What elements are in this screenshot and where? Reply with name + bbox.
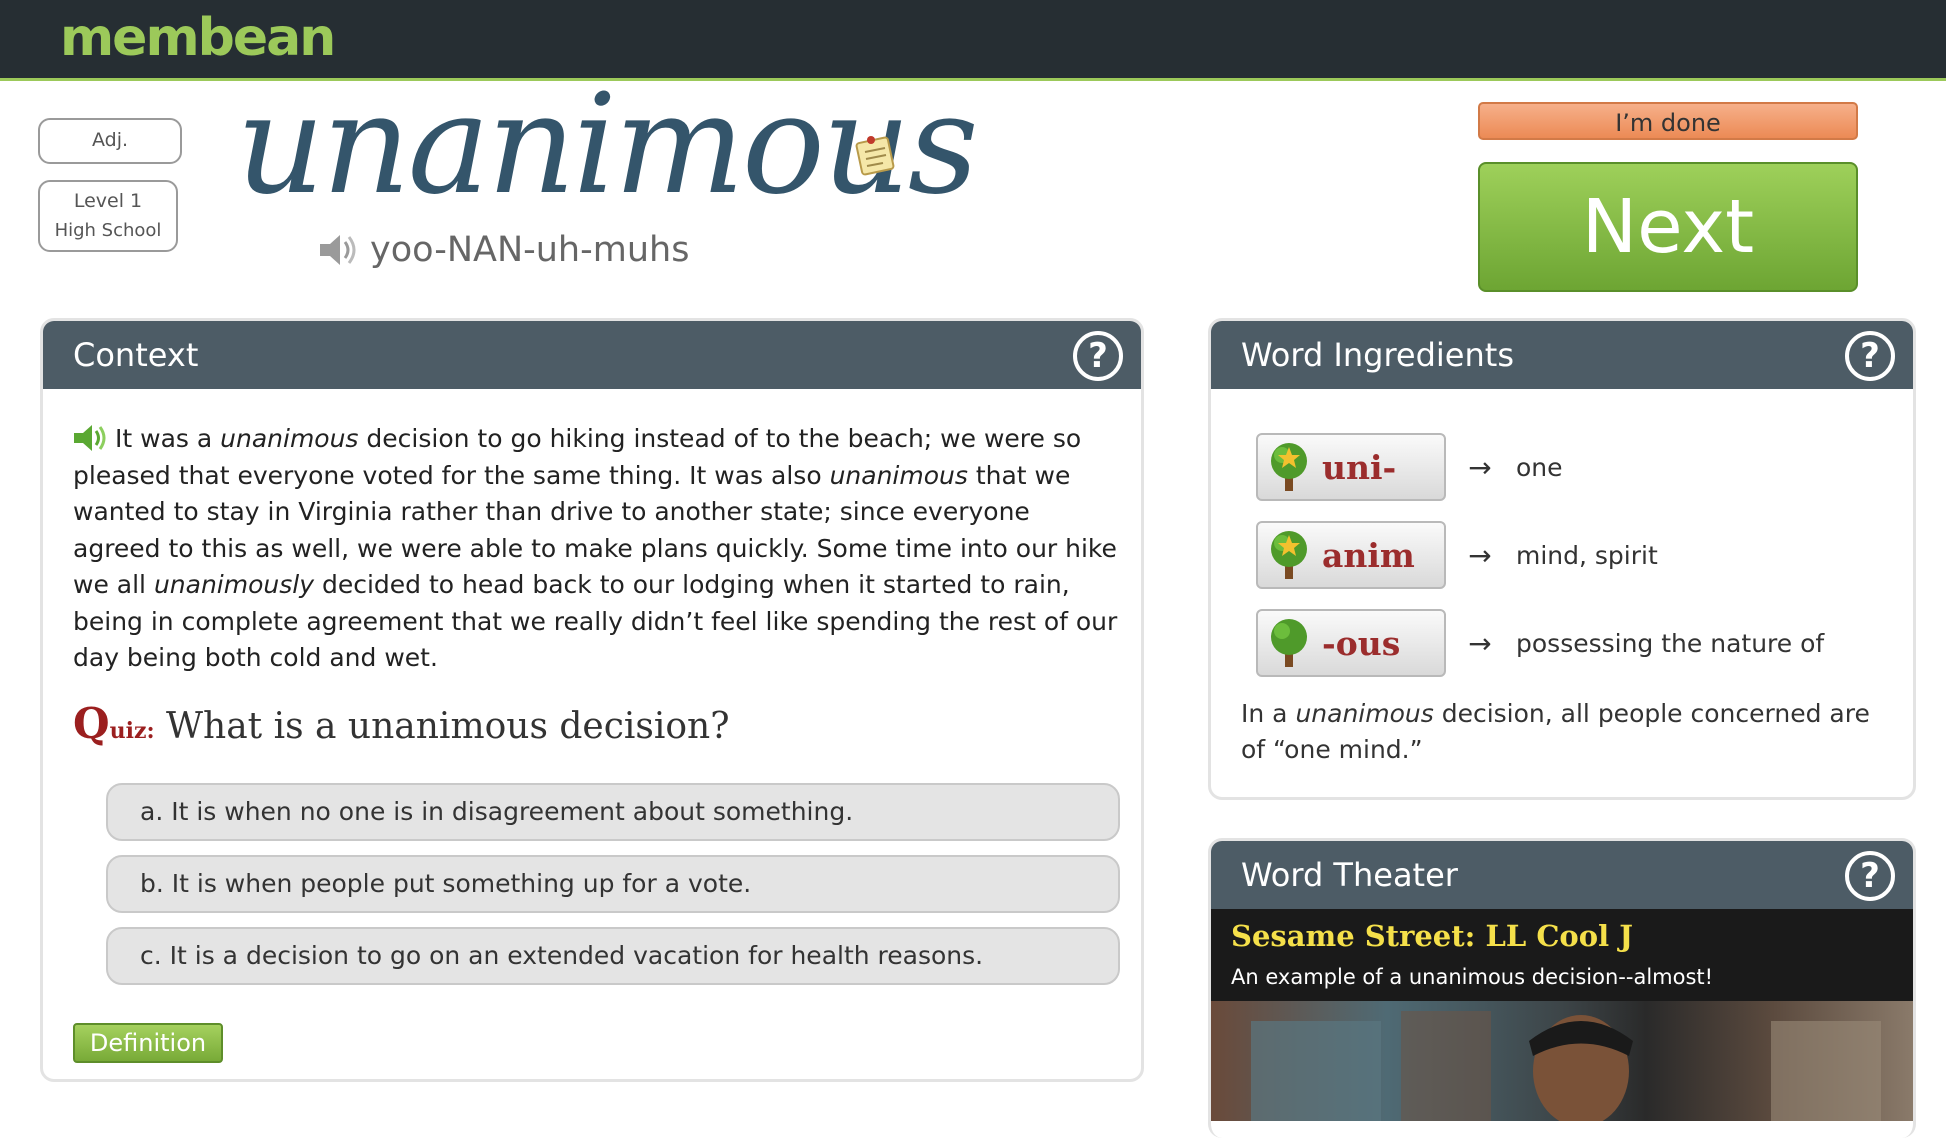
level-badge: Level 1 High School [38, 180, 178, 252]
part-of-speech-badge: Adj. [38, 118, 182, 164]
level-label: Level 1 [73, 190, 143, 212]
ingredients-header: Word Ingredients ? [1211, 321, 1913, 389]
arrow: → [1468, 450, 1492, 484]
speaker-icon[interactable] [318, 232, 360, 268]
quiz-label-q: Q [73, 699, 110, 748]
quiz-option-b[interactable]: b. It is when people put something up fo… [106, 855, 1120, 913]
context-passage: It was a unanimous decision to go hiking… [73, 421, 1123, 677]
ingredient-part: -ous [1322, 623, 1401, 663]
quiz-label-uiz: uiz: [109, 718, 155, 744]
im-done-button[interactable]: I’m done [1478, 102, 1858, 140]
word-theater-panel: Word Theater ? Sesame Street: LL Cool J … [1208, 838, 1916, 1138]
quiz-option-a[interactable]: a. It is when no one is in disagreement … [106, 783, 1120, 841]
summary-highlight: unanimous [1295, 699, 1434, 728]
passage-highlight: unanimously [153, 570, 314, 599]
ingredient-meaning: one [1516, 452, 1563, 482]
ingredient-meaning: possessing the nature of [1516, 628, 1825, 658]
clip-title: Sesame Street: LL Cool J [1231, 919, 1633, 953]
tree-icon [1271, 443, 1307, 491]
part-of-speech-label: Adj. [91, 129, 129, 151]
ingredients-title: Word Ingredients [1241, 336, 1514, 374]
ingredient-part: uni- [1322, 447, 1397, 487]
passage-highlight: unanimous [220, 424, 359, 453]
passage-highlight: unanimous [829, 460, 968, 490]
ingredient-chip-anim[interactable]: anim [1256, 521, 1446, 589]
notepad-icon[interactable] [853, 132, 897, 176]
passage-text: It was a [115, 424, 221, 453]
definition-button[interactable]: Definition [73, 1023, 223, 1063]
quiz-option-c[interactable]: c. It is a decision to go on an extended… [106, 927, 1120, 985]
ingredient-meaning: mind, spirit [1516, 540, 1658, 570]
next-button[interactable]: Next [1478, 162, 1858, 292]
tree-icon [1271, 531, 1307, 579]
ingredient-row: -ous → possessing the nature of [1256, 609, 1824, 677]
clip-subtitle: An example of a unanimous decision--almo… [1231, 965, 1714, 989]
ingredient-chip-uni[interactable]: uni- [1256, 433, 1446, 501]
ingredient-row: anim → mind, spirit [1256, 521, 1658, 589]
quiz-question-text: What is a unanimous decision? [166, 706, 730, 747]
arrow: → [1468, 538, 1492, 572]
video-frame [1251, 1011, 1881, 1127]
theater-header: Word Theater ? [1211, 841, 1913, 909]
ingredient-chip-ous[interactable]: -ous [1256, 609, 1446, 677]
context-panel: Context ? It was a unanimous decision to… [40, 318, 1144, 1082]
word-ingredients-panel: Word Ingredients ? uni- → one anim → min… [1208, 318, 1916, 800]
arrow: → [1468, 626, 1492, 660]
speaker-icon[interactable] [73, 423, 109, 453]
help-icon[interactable]: ? [1845, 851, 1895, 901]
help-icon[interactable]: ? [1073, 331, 1123, 381]
theater-caption: Sesame Street: LL Cool J An example of a… [1211, 909, 1913, 1001]
context-title: Context [73, 336, 199, 374]
membean-logo[interactable]: membean [60, 8, 336, 68]
context-header: Context ? [43, 321, 1141, 389]
theater-title: Word Theater [1241, 856, 1458, 894]
quiz-question: Quiz: What is a unanimous decision? [73, 699, 730, 748]
pronunciation-text: yoo-NAN-uh-muhs [370, 230, 690, 270]
pronunciation: yoo-NAN-uh-muhs [318, 230, 689, 270]
summary-text: In a [1241, 699, 1296, 728]
ingredients-summary: In a unanimous decision, all people conc… [1241, 696, 1901, 768]
help-icon[interactable]: ? [1845, 331, 1895, 381]
ingredient-part: anim [1322, 535, 1415, 575]
video-thumbnail[interactable] [1211, 1001, 1913, 1127]
level-group-label: High School [54, 220, 162, 241]
ingredient-row: uni- → one [1256, 433, 1563, 501]
tree-icon [1271, 619, 1307, 667]
